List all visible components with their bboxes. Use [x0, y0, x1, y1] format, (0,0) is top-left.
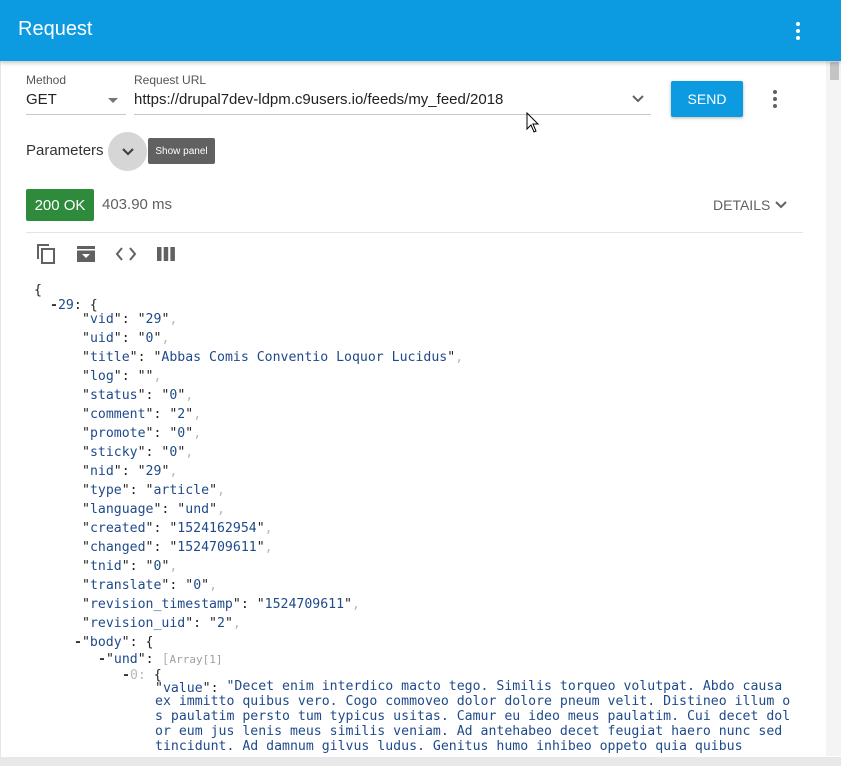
- response-time: 403.90 ms: [102, 196, 173, 213]
- collapse-toggle[interactable]: -: [122, 668, 130, 683]
- json-field: "revision_timestamp": "1524709611",: [82, 597, 360, 612]
- chevron-down-icon: [121, 147, 134, 156]
- json-field: "log": "",: [82, 369, 162, 384]
- left-edge: [0, 61, 1, 757]
- scrollbar-thumb[interactable]: [830, 62, 839, 80]
- vertical-scrollbar[interactable]: [826, 61, 841, 756]
- method-label: Method: [26, 73, 67, 87]
- app-title: Request: [18, 18, 93, 40]
- json-body-value: "value": "Decet enim interdico macto teg…: [155, 679, 791, 754]
- show-panel-button[interactable]: [108, 132, 147, 171]
- url-underline: [134, 114, 651, 115]
- method-underline: [26, 114, 126, 115]
- json-key: body: [89, 635, 122, 650]
- details-button[interactable]: DETAILS: [713, 197, 788, 213]
- json-field: "created": "1524162954",: [82, 521, 273, 536]
- json-field: "type": "article",: [82, 483, 225, 498]
- json-field: "vid": "29",: [82, 312, 178, 327]
- collapse-toggle[interactable]: -: [50, 298, 58, 313]
- divider: [26, 232, 803, 233]
- json-field: "revision_uid": "2",: [82, 616, 241, 631]
- details-label: DETAILS: [713, 197, 771, 213]
- json-open-brace: {: [34, 283, 42, 298]
- json-field: "promote": "0",: [82, 426, 202, 441]
- chevron-down-icon: [775, 201, 788, 209]
- mouse-cursor-icon: [526, 112, 540, 133]
- json-field: "status": "0",: [82, 388, 194, 403]
- url-input[interactable]: https://drupal7dev-ldpm.c9users.io/feeds…: [134, 91, 503, 108]
- json-field: "language": "und",: [82, 502, 225, 517]
- array-hint: Array[1]: [169, 653, 223, 666]
- code-icon[interactable]: [114, 242, 138, 266]
- collapse-toggle[interactable]: -: [98, 652, 106, 667]
- status-badge: 200 OK: [26, 189, 94, 221]
- app-bar: Request: [0, 0, 841, 61]
- send-button[interactable]: SEND: [671, 81, 743, 117]
- json-field: "changed": "1524709611",: [82, 540, 273, 555]
- tooltip: Show panel: [148, 138, 215, 164]
- copy-icon[interactable]: [34, 242, 58, 266]
- json-field: "comment": "2",: [82, 407, 202, 422]
- json-field: "title": "Abbas Comis Conventio Loquor L…: [82, 350, 464, 365]
- json-field: "uid": "0",: [82, 331, 170, 346]
- columns-icon[interactable]: [154, 242, 178, 266]
- json-field: "translate": "0",: [82, 578, 218, 593]
- json-field: "tnid": "0",: [82, 559, 178, 574]
- archive-icon[interactable]: [74, 242, 98, 266]
- collapse-toggle[interactable]: -: [74, 635, 82, 650]
- dropdown-arrow-icon[interactable]: [108, 98, 118, 103]
- json-key: 29: [57, 298, 74, 313]
- json-key: und: [113, 652, 138, 667]
- more-vert-icon[interactable]: [785, 18, 811, 44]
- json-index: 0:: [129, 668, 146, 683]
- horizontal-scrollbar[interactable]: [0, 757, 841, 766]
- method-select[interactable]: GET: [26, 91, 57, 108]
- parameters-label: Parameters: [26, 142, 104, 159]
- json-field: "nid": "29",: [82, 464, 178, 479]
- chevron-down-icon[interactable]: [631, 93, 645, 105]
- json-field: "sticky": "0",: [82, 445, 194, 460]
- more-vert-icon[interactable]: [765, 86, 785, 112]
- json-viewer: { -29: { "vid": "29", "uid": "0", "title":…: [30, 281, 820, 757]
- url-label: Request URL: [134, 73, 207, 87]
